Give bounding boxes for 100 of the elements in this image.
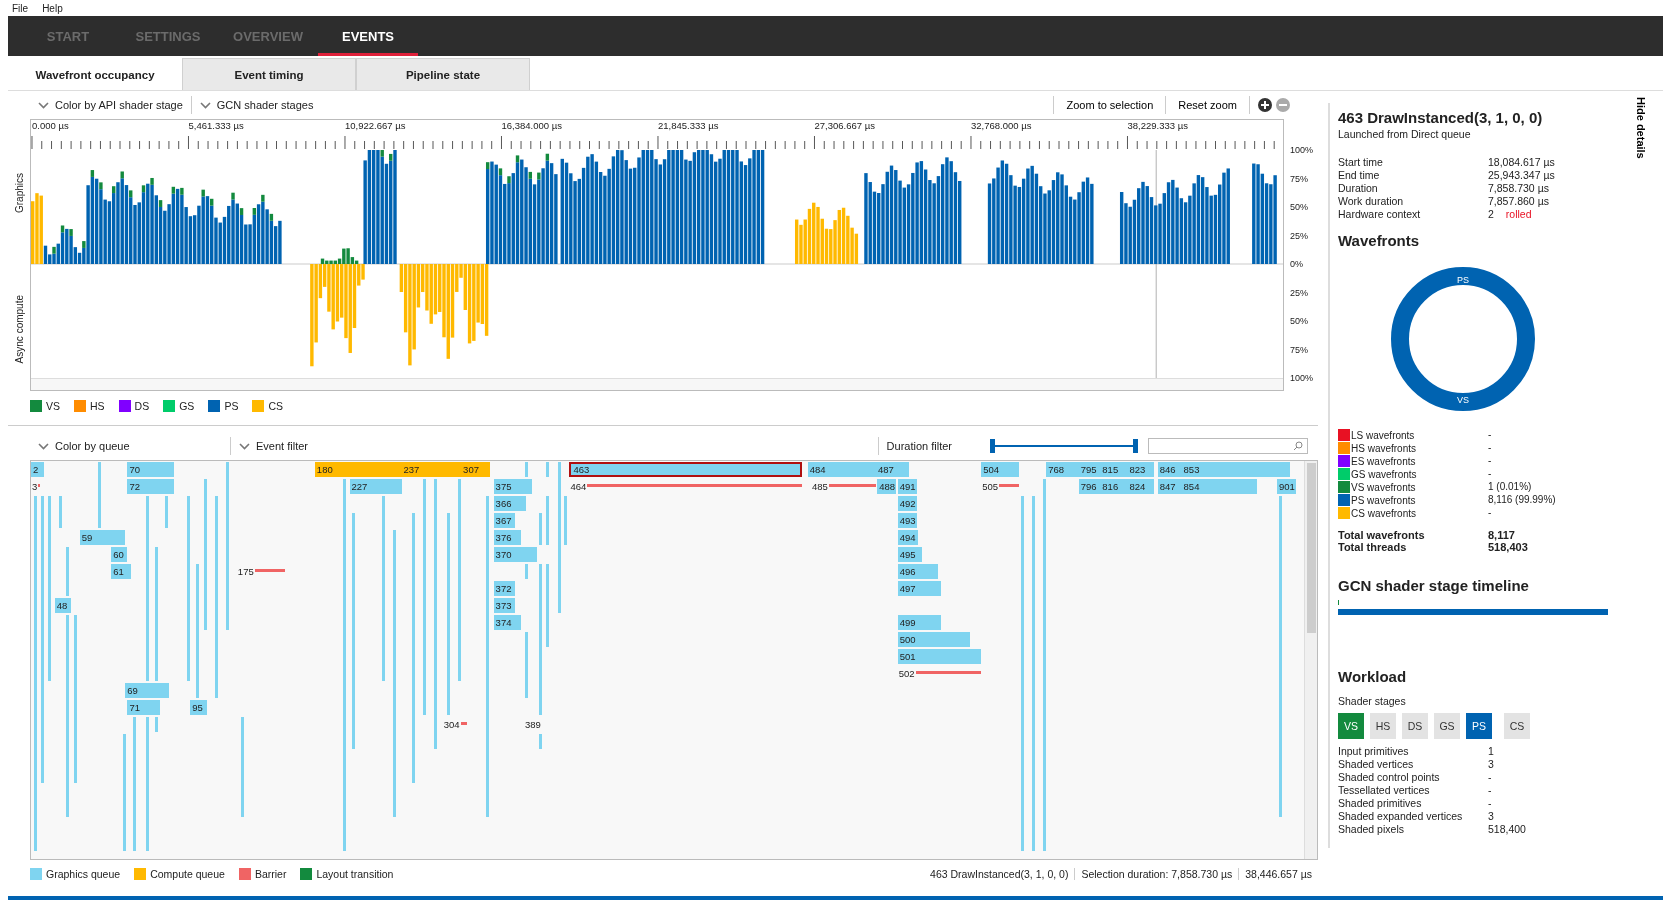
event-bar[interactable] — [145, 717, 149, 851]
event-bar[interactable] — [343, 479, 346, 851]
range-slider[interactable] — [990, 439, 1138, 453]
event-bar[interactable] — [215, 496, 219, 698]
event-bar[interactable]: 492 — [897, 496, 917, 511]
event-bar[interactable] — [486, 496, 489, 817]
search-field[interactable] — [1148, 438, 1308, 454]
event-bar[interactable] — [154, 547, 158, 681]
shader-stage-toggle[interactable]: HS — [1370, 713, 1396, 739]
vertical-scrollbar[interactable] — [1304, 461, 1317, 859]
shader-stage-toggle[interactable]: DS — [1402, 713, 1428, 739]
barrier-event[interactable]: 175 — [236, 564, 285, 579]
dropdown[interactable]: Event filter — [231, 440, 316, 452]
event-bar[interactable]: 487 — [876, 462, 909, 477]
event-bar[interactable]: 846 — [1157, 462, 1182, 477]
event-bar[interactable] — [59, 496, 63, 528]
menu-item[interactable]: File — [12, 2, 29, 14]
event-bar[interactable] — [539, 734, 543, 749]
event-bar[interactable]: 500 — [897, 632, 971, 647]
event-bar[interactable] — [226, 462, 229, 630]
event-bar[interactable]: 847 — [1157, 479, 1182, 494]
event-bar[interactable]: 370 — [493, 547, 537, 562]
event-bar[interactable] — [65, 615, 69, 817]
event-bar[interactable]: 227 — [349, 479, 402, 494]
dropdown[interactable]: Color by API shader stage — [30, 99, 191, 111]
event-bar[interactable] — [195, 564, 199, 698]
horizontal-scrollbar[interactable] — [31, 378, 1283, 390]
event-bar[interactable] — [382, 496, 385, 681]
event-bar[interactable]: 494 — [897, 530, 919, 545]
event-bar[interactable]: 375 — [493, 479, 532, 494]
event-bar[interactable]: 901 — [1276, 479, 1296, 494]
event-bar[interactable]: 823 — [1127, 462, 1155, 477]
event-bar[interactable] — [1042, 479, 1046, 851]
event-bar[interactable] — [564, 496, 568, 545]
event-bar[interactable]: 504 — [981, 462, 1020, 477]
event-bar[interactable] — [165, 496, 169, 528]
event-bar[interactable] — [545, 462, 549, 477]
event-bar[interactable]: 70 — [127, 462, 174, 477]
event-bar[interactable] — [351, 513, 355, 749]
event-bar[interactable] — [34, 496, 38, 851]
event-bar[interactable]: 853 — [1181, 462, 1290, 477]
event-bar[interactable]: 48 — [54, 598, 72, 613]
event-bar[interactable]: 307 — [461, 462, 491, 477]
sub-tab[interactable]: Event timing — [182, 58, 356, 90]
event-bar[interactable] — [98, 462, 102, 528]
event-bar[interactable] — [447, 513, 450, 715]
zoom-in-icon[interactable] — [1258, 98, 1272, 112]
event-bar[interactable]: 796 — [1078, 479, 1101, 494]
barrier-event[interactable]: 505 — [981, 479, 1020, 494]
event-bar[interactable] — [457, 479, 461, 681]
menu-item[interactable]: Help — [42, 2, 63, 14]
event-bar[interactable] — [1021, 496, 1025, 851]
event-bar[interactable] — [412, 513, 416, 783]
event-bar[interactable]: 61 — [111, 564, 131, 579]
event-bar[interactable]: 2 — [31, 462, 44, 477]
dropdown[interactable]: Color by queue — [30, 440, 230, 452]
event-bar[interactable]: 60 — [111, 547, 128, 562]
event-bar[interactable]: 180 — [314, 462, 402, 477]
event-bar[interactable]: 376 — [493, 530, 521, 545]
event-bar[interactable]: 491 — [897, 479, 917, 494]
shader-stage-toggle[interactable]: VS — [1338, 713, 1364, 739]
event-bar[interactable]: 499 — [897, 615, 942, 630]
event-bar[interactable] — [434, 479, 437, 749]
event-bar[interactable]: 72 — [127, 479, 174, 494]
event-bar[interactable]: 373 — [493, 598, 516, 613]
shader-stage-toggle[interactable]: CS — [1504, 713, 1530, 739]
event-bar[interactable] — [40, 496, 44, 783]
event-bar[interactable] — [525, 632, 529, 698]
event-bar[interactable] — [204, 479, 208, 630]
event-bar[interactable] — [187, 496, 190, 681]
event-bar[interactable]: 497 — [897, 581, 942, 596]
shader-stage-toggle[interactable]: PS — [1466, 713, 1492, 739]
event-bar[interactable] — [1279, 496, 1283, 817]
event-bar[interactable] — [525, 564, 529, 579]
event-bar[interactable] — [392, 530, 396, 817]
event-bar[interactable]: 374 — [493, 615, 521, 630]
event-bar[interactable] — [539, 513, 543, 545]
event-bar[interactable]: 815 — [1100, 462, 1128, 477]
event-bar[interactable]: 854 — [1181, 479, 1258, 494]
event-bar[interactable]: 495 — [897, 547, 922, 562]
barrier-event[interactable]: 464 — [569, 479, 803, 494]
event-bar[interactable]: 795 — [1078, 462, 1101, 477]
event-bar[interactable]: 824 — [1127, 479, 1155, 494]
dropdown[interactable]: GCN shader stages — [191, 99, 322, 111]
sub-tab[interactable]: Pipeline state — [356, 58, 530, 90]
event-bar[interactable] — [545, 564, 549, 647]
event-bar[interactable] — [1032, 496, 1036, 851]
event-bar[interactable]: 367 — [493, 513, 516, 528]
event-bar[interactable]: 488 — [877, 479, 896, 494]
event-bar[interactable]: 71 — [127, 700, 160, 715]
event-bar[interactable] — [123, 734, 127, 851]
event-bar[interactable] — [557, 462, 561, 613]
event-bar[interactable]: 493 — [897, 513, 917, 528]
event-bar[interactable] — [539, 564, 543, 715]
event-bar[interactable] — [65, 547, 69, 596]
event-bar[interactable]: 95 — [190, 700, 207, 715]
event-bar[interactable] — [241, 717, 245, 817]
event-bar[interactable]: 69 — [125, 683, 169, 698]
event-bar[interactable] — [423, 479, 427, 715]
event-bar[interactable]: 816 — [1100, 479, 1128, 494]
